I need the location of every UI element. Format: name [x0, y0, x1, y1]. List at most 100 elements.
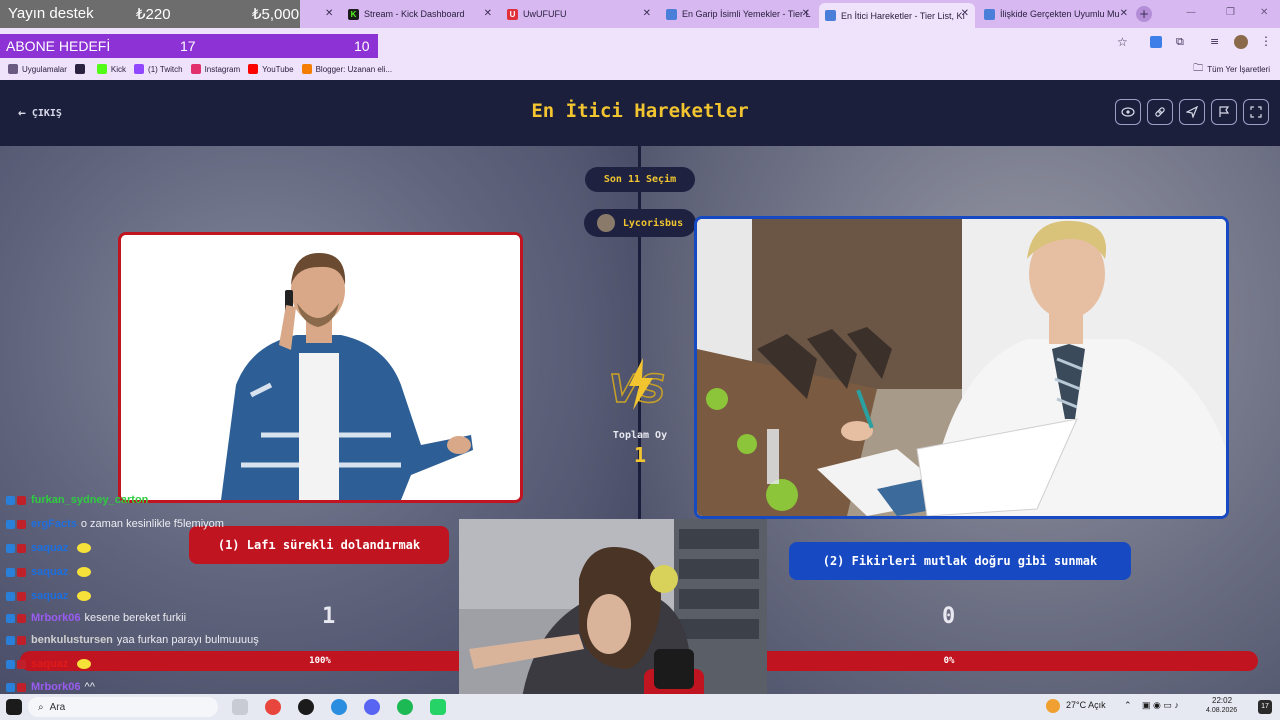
badge-icon	[6, 567, 15, 577]
bookmarks-bar: Uygulamalar Kick (1) Twitch Instagram Yo…	[0, 58, 1280, 80]
bookmark-kick[interactable]: Kick	[96, 64, 127, 74]
search-icon: ⌕	[38, 701, 44, 713]
discord-icon[interactable]	[364, 699, 380, 715]
eye-button[interactable]	[1115, 99, 1141, 125]
close-icon[interactable]: ✕	[1120, 8, 1128, 19]
round-label: Son 11 Seçim	[603, 174, 677, 185]
chevron-up-icon[interactable]: ⌃	[1124, 700, 1132, 711]
bookmark-blogger[interactable]: Blogger: Uzanan eli...	[301, 64, 392, 74]
stream-chat: furkan_sydney_carton ergFacts o zaman kesi…	[0, 490, 460, 712]
obs-icon[interactable]	[298, 699, 314, 715]
emote-icon	[77, 659, 92, 669]
donation-overlay: Yayın destek ₺220 ₺5,000	[0, 0, 300, 28]
chat-username[interactable]: Mrbork06	[31, 612, 81, 624]
right-choice-card[interactable]	[694, 216, 1229, 519]
maximize-icon[interactable]: ❐	[1226, 7, 1235, 18]
weather-text: 27°C Açık	[1066, 700, 1106, 710]
menu-icon[interactable]: ⋮	[1260, 34, 1272, 48]
office-man-photo	[697, 219, 1226, 516]
page-icon	[825, 10, 836, 21]
webcam-overlay	[459, 519, 767, 720]
edge-icon[interactable]	[331, 699, 347, 715]
grid-icon	[74, 64, 85, 74]
bookmark-instagram[interactable]: Instagram	[190, 64, 240, 74]
bookmark-grid[interactable]	[74, 64, 89, 74]
left-choice-card[interactable]	[118, 232, 523, 503]
translate-icon[interactable]	[1150, 36, 1162, 48]
task-view-icon[interactable]	[232, 699, 248, 715]
start-icon[interactable]	[6, 699, 22, 715]
tab-kick-dashboard[interactable]: K Stream - Kick Dashboard ✕	[342, 3, 498, 25]
close-icon[interactable]: ✕	[325, 8, 333, 19]
notification-badge[interactable]: 17	[1258, 700, 1272, 714]
close-icon[interactable]: ✕	[643, 8, 651, 19]
close-icon[interactable]: ✕	[484, 8, 492, 19]
minimize-icon[interactable]: —	[1186, 7, 1196, 18]
chat-text: yaa furkan parayı bulmuuuuş	[116, 634, 259, 646]
star-icon[interactable]: ☆	[1117, 35, 1128, 49]
chat-username[interactable]: saquaz	[31, 566, 68, 578]
bookmark-apps[interactable]: Uygulamalar	[8, 64, 67, 74]
new-tab-button[interactable]: +	[1136, 6, 1152, 22]
folder-icon: 🗀	[1193, 62, 1204, 74]
spotify-icon[interactable]	[397, 699, 413, 715]
chat-username[interactable]: ergFacts	[31, 518, 77, 530]
right-vote-count: 0	[942, 604, 956, 629]
badge-icon	[17, 635, 26, 645]
chat-message: saquaz	[6, 566, 92, 578]
chat-message: benkulustursen yaa furkan parayı bulmuuuu…	[6, 634, 259, 646]
tab-iliskide-uyumlu[interactable]: İlişkide Gerçekten Uyumlu Mu ✕	[978, 3, 1134, 25]
tab-uwufufu[interactable]: U UwUFUFU ✕	[501, 3, 657, 25]
fullscreen-button[interactable]	[1243, 99, 1269, 125]
bookmark-twitch[interactable]: (1) Twitch	[134, 64, 183, 74]
tab-label: Stream - Kick Dashboard	[364, 9, 465, 19]
chrome-icon[interactable]	[265, 699, 281, 715]
right-choice-text: (2) Fikirleri mutlak doğru gibi sunmak	[822, 554, 1098, 568]
badge-icon	[6, 635, 15, 645]
media-icon[interactable]: ≡	[1210, 35, 1219, 48]
right-choice-label[interactable]: (2) Fikirleri mutlak doğru gibi sunmak	[789, 542, 1131, 580]
chat-username[interactable]: saquaz	[31, 590, 68, 602]
sub-goal-target: 10	[354, 38, 370, 54]
close-icon[interactable]: ✕	[802, 8, 810, 19]
link-button[interactable]	[1147, 99, 1173, 125]
close-icon[interactable]: ✕	[961, 8, 969, 19]
badge-icon	[6, 519, 15, 529]
chat-message: Mrbork06 ^^	[6, 681, 95, 693]
chat-message: saquaz	[6, 542, 92, 554]
badge-icon	[6, 659, 15, 669]
chat-username[interactable]: Mrbork06	[31, 681, 81, 693]
badge-icon	[17, 567, 26, 577]
whatsapp-icon[interactable]	[430, 699, 446, 715]
tab-label: En Garip İsimli Yemekler - Tier L	[682, 9, 811, 19]
clock-date[interactable]: 4.08.2026	[1206, 707, 1237, 714]
chat-text: kesene bereket furkii	[84, 612, 187, 624]
flag-button[interactable]	[1211, 99, 1237, 125]
send-button[interactable]	[1179, 99, 1205, 125]
flag-icon	[1219, 106, 1230, 117]
avatar[interactable]	[1234, 35, 1248, 49]
man-on-phone-photo	[121, 235, 520, 500]
chat-message: Mrbork06 kesene bereket furkii	[6, 612, 186, 624]
chat-username[interactable]: benkulustursen	[31, 634, 113, 646]
badge-icon	[17, 591, 26, 601]
tray-icons[interactable]: ▣ ◉ ▭ ♪	[1142, 700, 1179, 711]
chat-username[interactable]: saquaz	[31, 542, 68, 554]
kick-icon: K	[348, 8, 359, 20]
chat-username[interactable]: furkan_sydney_carton	[31, 494, 148, 506]
chat-username[interactable]: saquaz	[31, 658, 68, 670]
tab-itici-hareketler[interactable]: En İtici Hareketler - Tier List, Kı ✕	[819, 3, 975, 28]
taskbar-search[interactable]: ⌕ Ara	[28, 697, 218, 717]
badge-icon	[6, 495, 15, 505]
blogger-icon	[301, 64, 312, 74]
badge-icon	[17, 519, 26, 529]
chat-message: furkan_sydney_carton	[6, 494, 152, 506]
emote-icon	[77, 591, 92, 601]
all-bookmarks[interactable]: 🗀 Tüm Yer İşaretleri	[1193, 61, 1270, 78]
clock-time[interactable]: 22:02	[1212, 696, 1232, 705]
bookmark-youtube[interactable]: YouTube	[248, 64, 294, 74]
extensions-icon[interactable]: ⧉	[1176, 35, 1184, 49]
tab-garip-yemekler[interactable]: En Garip İsimli Yemekler - Tier L ✕	[660, 3, 816, 25]
bookmark-label: Kick	[110, 64, 127, 74]
close-window-icon[interactable]: ✕	[1260, 7, 1268, 18]
